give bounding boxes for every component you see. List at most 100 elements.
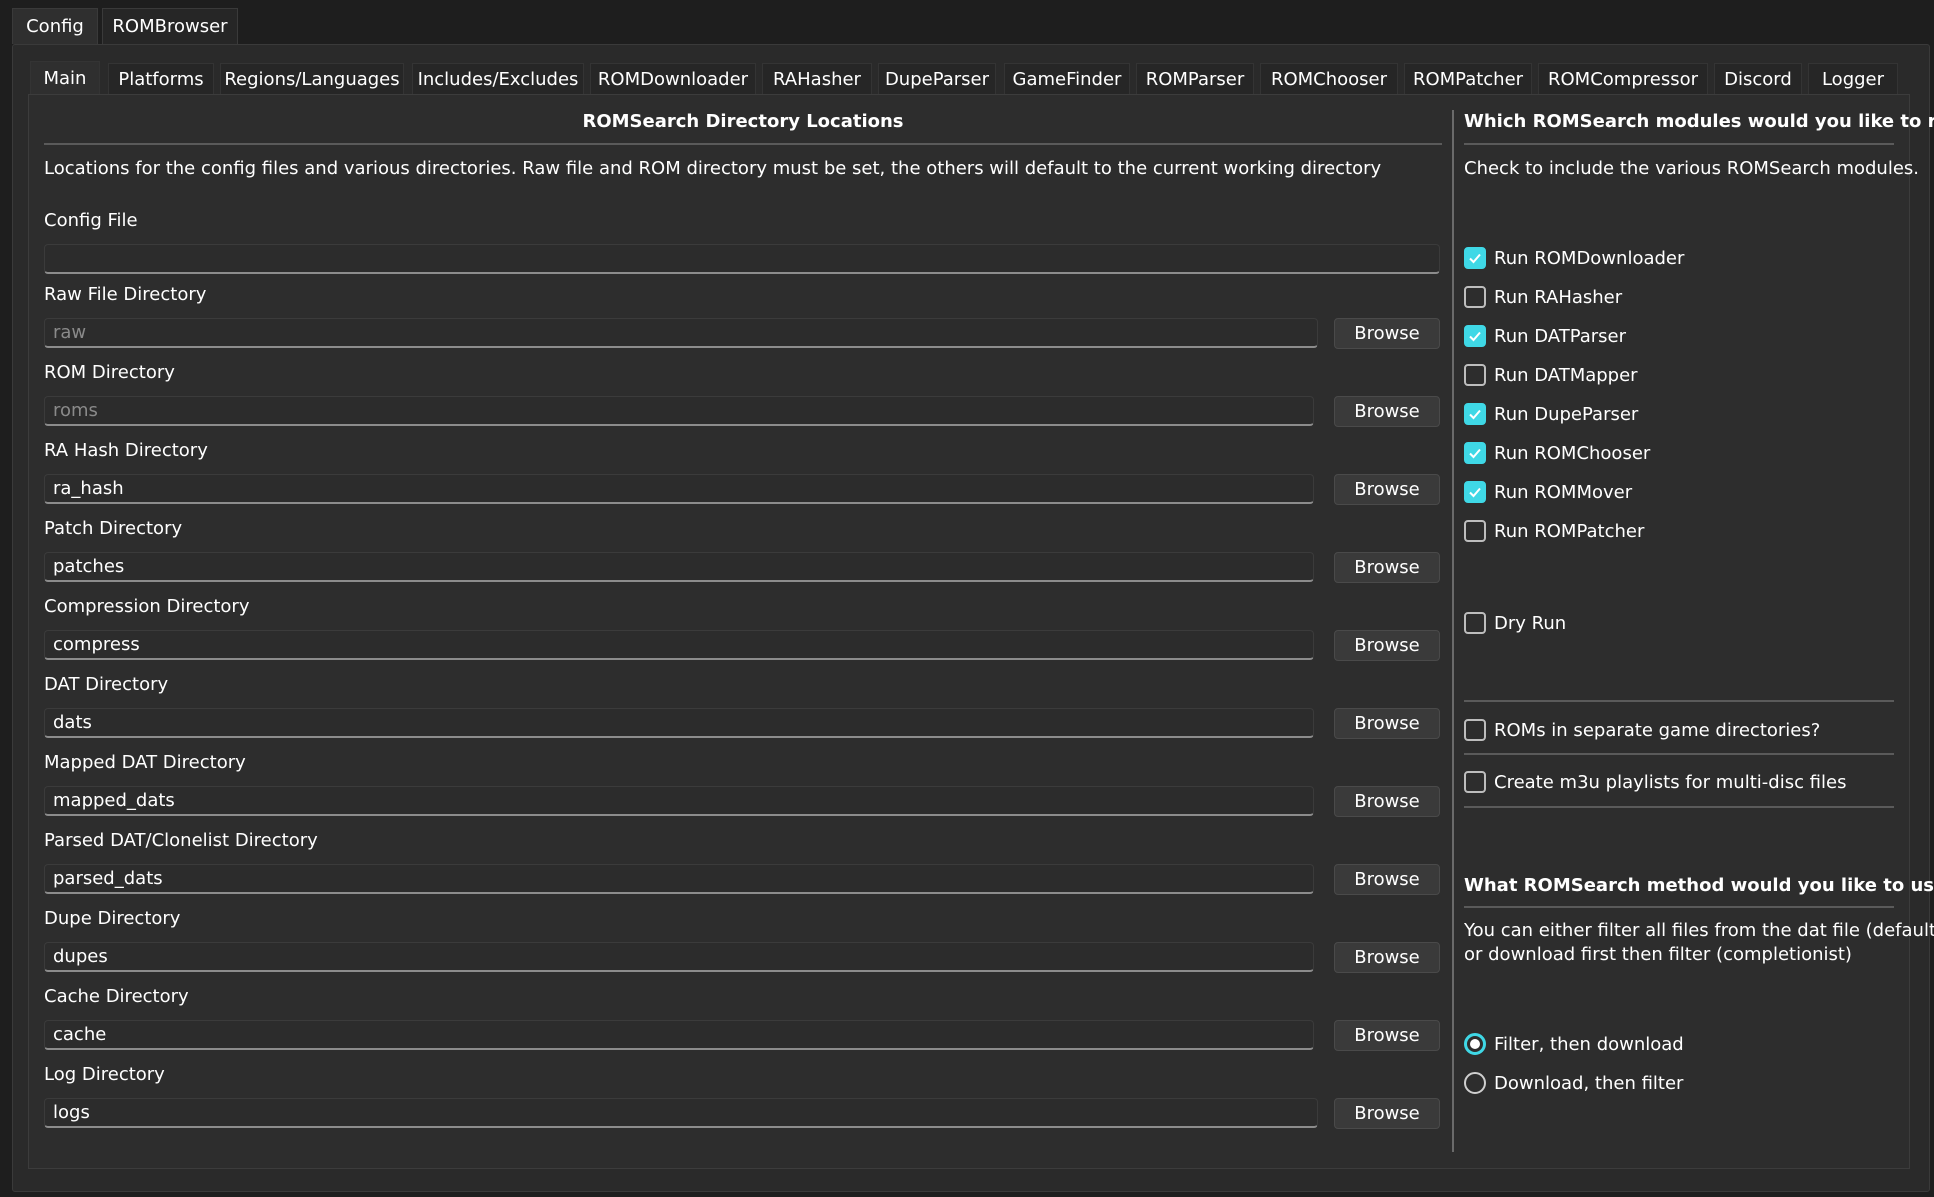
tab-regions-languages[interactable]: Regions/Languages [220,63,404,94]
directory-locations-title: ROMSearch Directory Locations [582,111,904,132]
config-file-field[interactable] [44,244,1440,274]
checkbox-unchecked-icon [1464,520,1486,542]
tab-label: ROMDownloader [597,68,749,90]
divider [1464,700,1894,702]
tab-config[interactable]: Config [12,8,98,44]
tab-discord[interactable]: Discord [1714,63,1802,94]
raw-file-directory-label: Raw File Directory [44,284,207,305]
download-then-filter-radio[interactable]: Download, then filter [1464,1072,1683,1094]
tab-rompatcher[interactable]: ROMPatcher [1404,63,1532,94]
raw-file-directory-field[interactable]: raw [44,318,1318,348]
parsed-dat-directory-browse-button[interactable]: Browse [1334,864,1440,895]
checkbox-unchecked-icon [1464,286,1486,308]
compression-directory-field[interactable]: compress [44,630,1314,660]
run-dupeparser-checkbox[interactable]: Run DupeParser [1464,403,1638,425]
dat-directory-browse-button[interactable]: Browse [1334,708,1440,739]
checkbox-checked-icon [1464,481,1486,503]
log-directory-browse-button[interactable]: Browse [1334,1098,1440,1129]
checkbox-checked-icon [1464,403,1486,425]
tab-romdownloader[interactable]: ROMDownloader [590,63,756,94]
divider [1464,806,1894,808]
rom-directory-browse-button[interactable]: Browse [1334,396,1440,427]
tab-label: ROMPatcher [1412,68,1524,90]
tab-romcompressor[interactable]: ROMCompressor [1538,63,1708,94]
tab-main[interactable]: Main [30,61,100,94]
radio-selected-icon [1464,1033,1486,1055]
cache-directory-browse-button[interactable]: Browse [1334,1020,1440,1051]
tab-label: Config [26,16,84,37]
tab-rahasher[interactable]: RAHasher [762,63,872,94]
rom-directory-label: ROM Directory [44,362,175,383]
patch-directory-field[interactable]: patches [44,552,1314,582]
tab-logger[interactable]: Logger [1808,63,1898,94]
patch-directory-browse-button[interactable]: Browse [1334,552,1440,583]
directory-locations-description: Locations for the config files and vario… [44,158,1382,179]
mapped-dat-directory-browse-button[interactable]: Browse [1334,786,1440,817]
modules-title: Which ROMSearch modules would you like t… [1464,111,1934,132]
ra-hash-directory-field[interactable]: ra_hash [44,474,1314,504]
tab-label: Main [43,67,87,89]
run-romchooser-checkbox[interactable]: Run ROMChooser [1464,442,1650,464]
modules-description: Check to include the various ROMSearch m… [1464,158,1920,179]
log-directory-field[interactable]: logs [44,1098,1318,1128]
dupe-directory-field[interactable]: dupes [44,942,1314,972]
checkbox-label: Run DupeParser [1494,403,1639,425]
parsed-dat-directory-label: Parsed DAT/Clonelist Directory [44,830,318,851]
tab-romparser[interactable]: ROMParser [1136,63,1254,94]
tab-label: Logger [1821,68,1885,90]
dat-directory-label: DAT Directory [44,674,169,695]
tab-label: DupeParser [884,68,990,90]
radio-label: Filter, then download [1494,1033,1684,1055]
tab-romchooser[interactable]: ROMChooser [1260,63,1398,94]
mapped-dat-directory-field[interactable]: mapped_dats [44,786,1314,816]
checkbox-label: Create m3u playlists for multi-disc file… [1494,771,1847,793]
run-datparser-checkbox[interactable]: Run DATParser [1464,325,1626,347]
raw-file-directory-browse-button[interactable]: Browse [1334,318,1440,349]
tab-gamefinder[interactable]: GameFinder [1004,63,1130,94]
method-description-line1: You can either filter all files from the… [1464,920,1934,941]
checkbox-checked-icon [1464,442,1486,464]
tab-label: Discord [1724,68,1792,90]
patch-directory-label: Patch Directory [44,518,183,539]
dupe-directory-browse-button[interactable]: Browse [1334,942,1440,973]
checkbox-unchecked-icon [1464,771,1486,793]
log-directory-label: Log Directory [44,1064,165,1085]
dupe-directory-label: Dupe Directory [44,908,181,929]
cache-directory-field[interactable]: cache [44,1020,1314,1050]
tab-dupeparser[interactable]: DupeParser [878,63,996,94]
run-romdownloader-checkbox[interactable]: Run ROMDownloader [1464,247,1684,269]
checkbox-label: Run ROMPatcher [1494,520,1645,542]
tab-label: RAHasher [773,68,861,90]
radio-unselected-icon [1464,1072,1486,1094]
tab-label: Regions/Languages [224,68,400,90]
run-rahasher-checkbox[interactable]: Run RAHasher [1464,286,1622,308]
checkbox-label: Run ROMMover [1494,481,1633,503]
filter-then-download-radio[interactable]: Filter, then download [1464,1033,1684,1055]
divider [44,143,1442,145]
tab-platforms[interactable]: Platforms [108,63,214,94]
checkbox-label: Run ROMDownloader [1494,247,1685,269]
checkbox-label: Run DATParser [1494,325,1627,347]
tab-label: ROMChooser [1270,68,1388,90]
mapped-dat-directory-label: Mapped DAT Directory [44,752,246,773]
parsed-dat-directory-field[interactable]: parsed_dats [44,864,1314,894]
compression-directory-browse-button[interactable]: Browse [1334,630,1440,661]
checkbox-unchecked-icon [1464,719,1486,741]
tab-includes-excludes[interactable]: Includes/Excludes [412,63,584,94]
create-m3u-playlists-checkbox[interactable]: Create m3u playlists for multi-disc file… [1464,771,1846,793]
run-rommover-checkbox[interactable]: Run ROMMover [1464,481,1632,503]
dat-directory-field[interactable]: dats [44,708,1314,738]
tab-rombrowser[interactable]: ROMBrowser [102,8,238,44]
rom-directory-field[interactable]: roms [44,396,1314,426]
run-rompatcher-checkbox[interactable]: Run ROMPatcher [1464,520,1644,542]
column-separator [1452,110,1454,1152]
ra-hash-directory-label: RA Hash Directory [44,440,208,461]
separate-game-directories-checkbox[interactable]: ROMs in separate game directories? [1464,719,1820,741]
cache-directory-label: Cache Directory [44,986,189,1007]
divider [1464,753,1894,755]
config-file-label: Config File [44,210,138,231]
run-datmapper-checkbox[interactable]: Run DATMapper [1464,364,1638,386]
checkbox-unchecked-icon [1464,364,1486,386]
dry-run-checkbox[interactable]: Dry Run [1464,612,1566,634]
ra-hash-directory-browse-button[interactable]: Browse [1334,474,1440,505]
